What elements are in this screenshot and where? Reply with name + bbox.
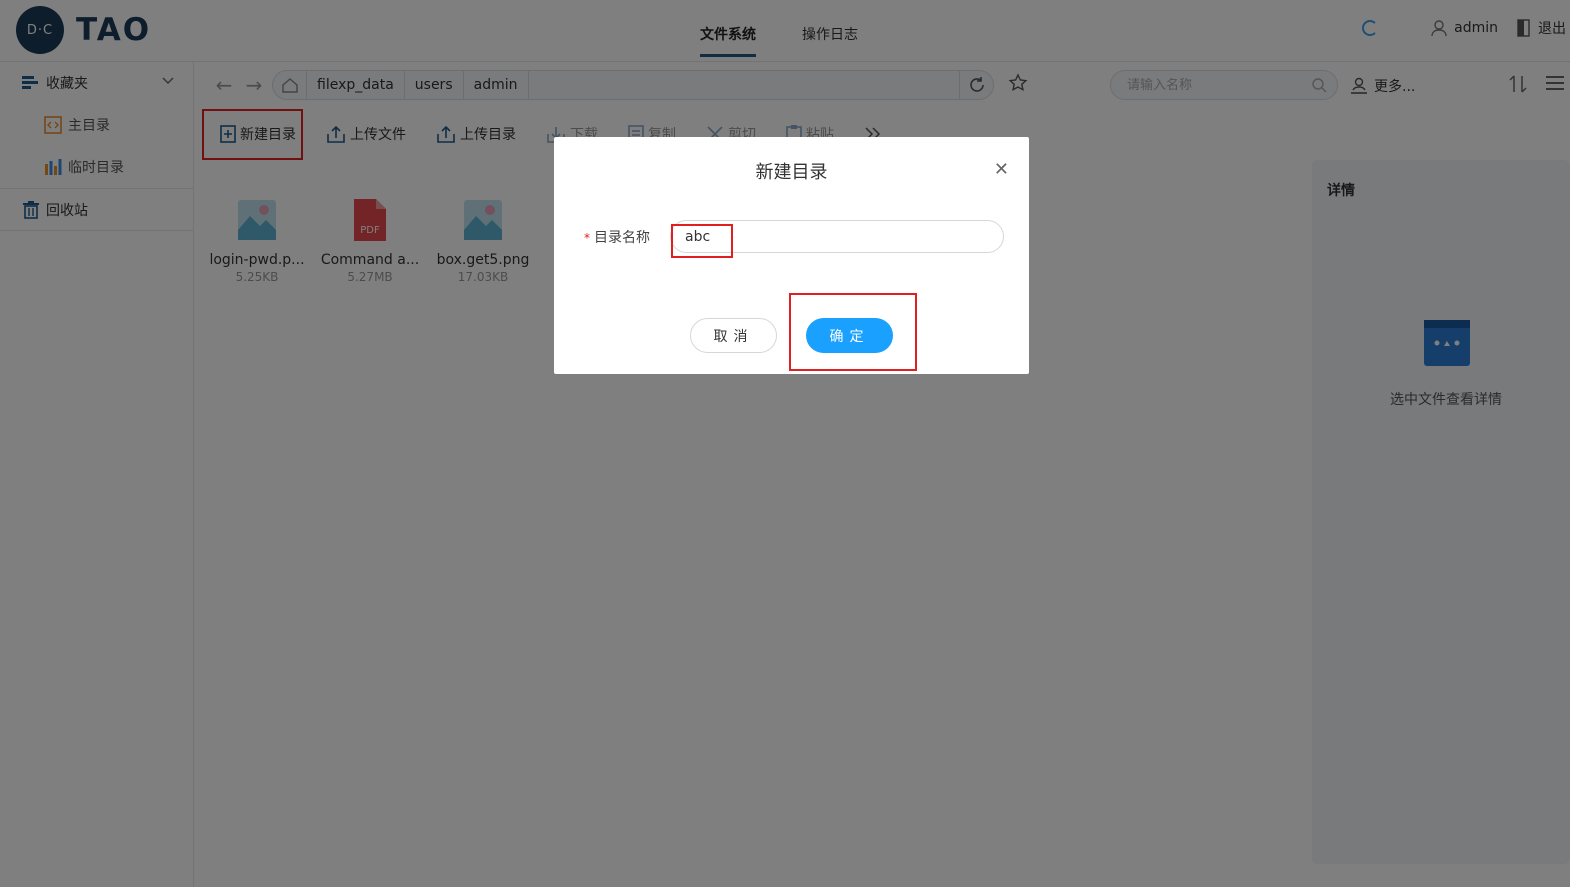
folder-name-label: * 目录名称 <box>584 230 650 246</box>
dialog-title: 新建目录 <box>755 162 828 183</box>
cancel-button[interactable]: 取消 <box>690 318 777 353</box>
modal-overlay[interactable] <box>0 0 1570 887</box>
close-icon[interactable]: ✕ <box>994 159 1009 180</box>
highlight-box <box>671 224 733 258</box>
required-marker: * <box>584 231 590 245</box>
highlight-box <box>789 293 917 371</box>
